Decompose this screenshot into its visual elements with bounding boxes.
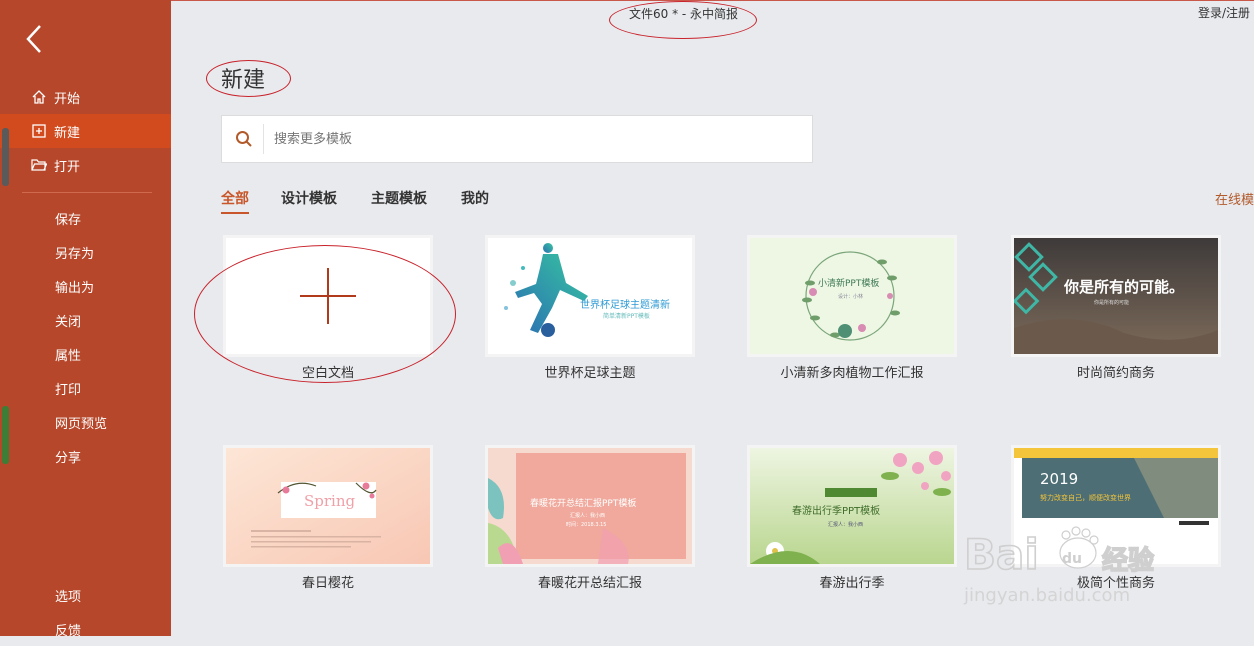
- sidebar-item-label: 另存为: [55, 246, 95, 262]
- template-label: 春暖花开总结汇报: [537, 576, 642, 591]
- sidebar-item-print[interactable]: 打印: [0, 371, 171, 405]
- template-card-succulent[interactable]: 小清新PPT模板 设计：小林 小清新多肉植物工作汇报: [747, 235, 957, 381]
- template-label: 春游出行季: [819, 576, 885, 591]
- template-card-spring-summary[interactable]: 春暖花开总结汇报PPT模板 汇报人：我小西 时间：2018.3.15 春暖花开总…: [485, 445, 695, 591]
- sidebar-item-web-preview[interactable]: 网页预览: [0, 405, 171, 439]
- template-thumbnail: 你是所有的可能。 你是所有的可能: [1011, 235, 1221, 357]
- template-label: 小清新多肉植物工作汇报: [780, 366, 924, 381]
- template-thumbnail: 春游出行季PPT模板 汇报人：我小西: [747, 445, 957, 567]
- template-card-fashion-business[interactable]: 你是所有的可能。 你是所有的可能 时尚简约商务: [1011, 235, 1221, 381]
- thumb-text: 2019: [1040, 470, 1078, 488]
- succulent-thumbnail: 小清新PPT模板 设计：小林: [802, 251, 900, 341]
- window-edge-handle: [2, 128, 9, 186]
- sidebar-item-open[interactable]: 打开: [0, 148, 171, 182]
- template-label: 春日樱花: [301, 576, 354, 591]
- sidebar-item-export[interactable]: 输出为: [0, 269, 171, 303]
- back-arrow-icon[interactable]: [22, 22, 52, 56]
- tab-design-templates[interactable]: 设计模板: [281, 188, 337, 208]
- sidebar-item-label: 属性: [55, 348, 82, 364]
- sidebar-item-start[interactable]: 开始: [0, 80, 171, 114]
- template-label: 极简个性商务: [1076, 576, 1155, 591]
- sidebar-item-share[interactable]: 分享: [0, 439, 171, 473]
- template-thumbnail: 2019 努力改变自己，顺便改变世界: [1011, 445, 1221, 567]
- tab-all[interactable]: 全部: [221, 188, 249, 214]
- sidebar-item-save[interactable]: 保存: [0, 201, 171, 235]
- main-panel: 文件60 * - 永中简报 登录/注册 新建 全部 设计模板 主题模板 我的 在…: [171, 0, 1254, 636]
- spring-sakura-thumbnail: Spring: [226, 448, 430, 564]
- template-card-spring-travel[interactable]: 春游出行季PPT模板 汇报人：我小西 春游出行季: [747, 445, 957, 591]
- sidebar-item-label: 网页预览: [55, 416, 108, 432]
- folder-open-icon: [30, 156, 48, 174]
- sidebar-item-label: 关闭: [55, 314, 82, 330]
- annotation-ellipse: [194, 245, 456, 383]
- thumb-text: 春游出行季PPT模板: [792, 504, 880, 517]
- template-thumbnail: 春暖花开总结汇报PPT模板 汇报人：我小西 时间：2018.3.15: [485, 445, 695, 567]
- thumb-text: 世界杯足球主题清新: [580, 298, 670, 311]
- thumb-text: 你是所有的可能。: [1063, 278, 1184, 296]
- template-label: 世界杯足球主题: [544, 366, 636, 381]
- sidebar-item-properties[interactable]: 属性: [0, 337, 171, 371]
- thumb-text: 设计：小林: [838, 293, 863, 300]
- template-thumbnail: Spring: [223, 445, 433, 567]
- minimal-business-thumbnail: 2019 努力改变自己，顺便改变世界: [1014, 448, 1218, 564]
- sidebar-divider: [22, 192, 152, 193]
- sidebar-item-save-as[interactable]: 另存为: [0, 235, 171, 269]
- sidebar-item-label: 分享: [55, 450, 82, 466]
- sidebar-item-label: 保存: [55, 212, 82, 228]
- thumb-text: 汇报人：我小西: [828, 521, 863, 528]
- sidebar-item-close[interactable]: 关闭: [0, 303, 171, 337]
- template-thumbnail: 小清新PPT模板 设计：小林: [747, 235, 957, 357]
- sidebar-item-feedback[interactable]: 反馈: [0, 612, 171, 646]
- sidebar: 开始 新建 打开 保存 另存为 输出为 关闭 属性 打印 网页预览 分享 选项 …: [0, 0, 171, 639]
- sidebar-item-label: 选项: [55, 589, 82, 605]
- tab-theme-templates[interactable]: 主题模板: [371, 188, 427, 208]
- thumb-text: 简单清新PPT模板: [603, 312, 650, 320]
- spring-summary-thumbnail: 春暖花开总结汇报PPT模板 汇报人：我小西 时间：2018.3.15: [488, 448, 692, 564]
- thumb-text: 努力改变自己，顺便改变世界: [1040, 493, 1131, 502]
- sidebar-item-label: 开始: [54, 91, 81, 107]
- thumb-text: 你是所有的可能: [1094, 299, 1129, 306]
- thumb-text: 小清新PPT模板: [818, 277, 879, 289]
- spring-travel-thumbnail: 春游出行季PPT模板 汇报人：我小西: [750, 448, 954, 564]
- sidebar-item-label: 打开: [54, 159, 81, 175]
- search-box: [221, 115, 813, 163]
- search-icon[interactable]: [235, 130, 253, 148]
- annotation-ellipse: [206, 60, 291, 97]
- online-templates-link[interactable]: 在线模板: [1215, 189, 1254, 208]
- annotation-ellipse: [609, 1, 757, 39]
- search-separator: [263, 124, 264, 154]
- home-icon: [30, 88, 48, 106]
- window-edge-handle: [2, 406, 9, 464]
- world-cup-thumbnail: 世界杯足球主题清新 简单清新PPT模板: [504, 243, 670, 337]
- template-card-spring-sakura[interactable]: Spring 春日樱花: [223, 445, 433, 591]
- thumb-text: 汇报人：我小西: [570, 512, 605, 519]
- sidebar-item-options[interactable]: 选项: [0, 578, 171, 612]
- search-input[interactable]: [272, 124, 796, 154]
- template-label: 时尚简约商务: [1076, 366, 1155, 381]
- sidebar-item-label: 打印: [55, 382, 82, 398]
- template-card-minimal-business[interactable]: 2019 努力改变自己，顺便改变世界 极简个性商务: [1011, 445, 1221, 591]
- thumb-text: 春暖花开总结汇报PPT模板: [530, 497, 636, 509]
- fashion-business-thumbnail: 你是所有的可能。 你是所有的可能: [1014, 238, 1218, 354]
- template-thumbnail: 世界杯足球主题清新 简单清新PPT模板: [485, 235, 695, 357]
- sidebar-item-label: 输出为: [55, 280, 95, 296]
- thumb-text: 时间：2018.3.15: [566, 521, 606, 528]
- sidebar-item-label: 新建: [54, 125, 81, 141]
- new-file-icon: [30, 122, 48, 140]
- template-card-world-cup[interactable]: 世界杯足球主题清新 简单清新PPT模板 世界杯足球主题: [485, 235, 695, 381]
- login-link[interactable]: 登录/注册: [1198, 4, 1250, 21]
- thumb-text: Spring: [304, 492, 356, 510]
- top-border: [171, 0, 1254, 1]
- tab-mine[interactable]: 我的: [461, 188, 489, 208]
- sidebar-item-new[interactable]: 新建: [0, 114, 171, 148]
